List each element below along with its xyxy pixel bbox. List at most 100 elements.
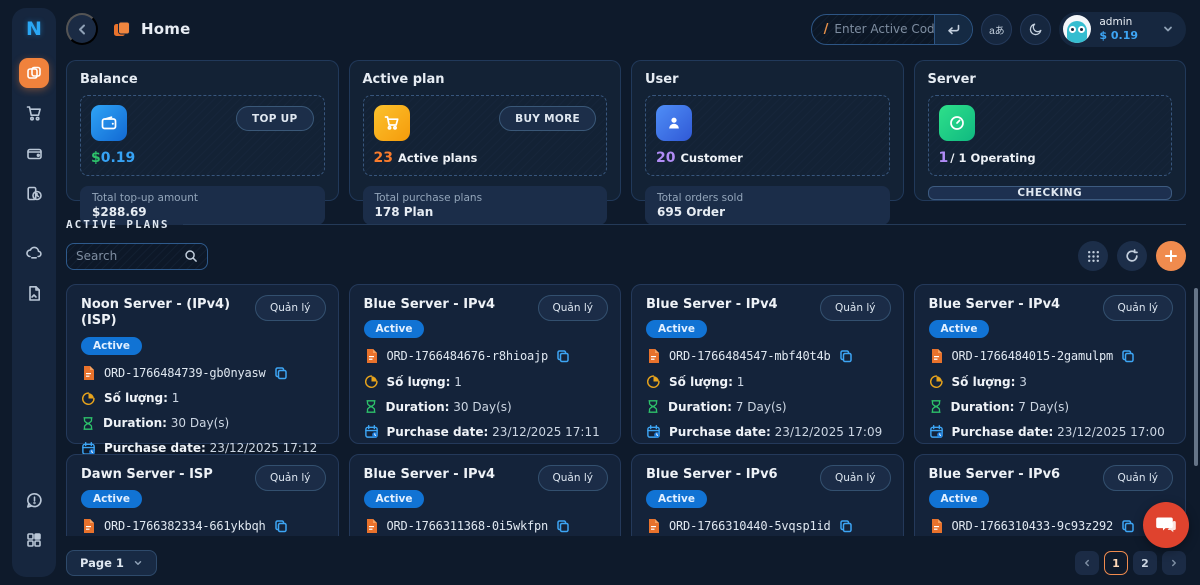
status-badge: Active [364,490,425,508]
user-value: 20 Customer [656,150,879,166]
sidebar-item-history[interactable] [19,178,49,208]
refresh-icon [1125,249,1139,263]
server-value: 1/ 1 Operating [939,150,1162,166]
manage-button[interactable]: Quản lý [1103,465,1173,491]
back-button[interactable] [66,13,98,45]
copy-button[interactable] [556,349,570,363]
sidebar-item-support[interactable] [19,485,49,515]
sidebar: N [12,8,56,577]
sidebar-item-shop[interactable] [19,98,49,128]
order-id: ORD-1766382334-661ykbqh [104,519,266,533]
order-row: ORD-1766484547-mbf40t4b [646,348,889,364]
cloud-icon [25,244,43,262]
calendar-icon [364,424,379,439]
calendar-icon [646,424,661,439]
quantity-row: Số lượng: 3 [929,374,1172,389]
purchase-date-row: Purchase date: 23/12/2025 17:00 [929,424,1172,439]
plans-viewport[interactable]: Noon Server - (IPv4) (ISP) Quản lý Activ… [66,284,1186,536]
search-input[interactable] [76,249,184,263]
user-balance: $ 0.19 [1099,29,1138,43]
file-icon [929,348,944,364]
manage-button[interactable]: Quản lý [1103,295,1173,321]
sidebar-item-wallet[interactable] [19,138,49,168]
server-box: 1/ 1 Operating [928,95,1173,176]
topbar: Home / aあ [66,0,1186,52]
chevron-left-icon [1082,558,1092,568]
add-plan-button[interactable] [1156,241,1186,271]
submit-code-button[interactable] [934,15,972,44]
copy-icon [556,519,570,533]
copy-button[interactable] [1121,349,1135,363]
active-plan-title: Active plan [363,72,608,87]
active-plans-heading: ACTIVE PLANS [66,218,169,231]
copy-button[interactable] [839,519,853,533]
quantity-row: Số lượng: 1 [364,374,607,389]
copy-button[interactable] [839,349,853,363]
order-id: ORD-1766484739-gb0nyasw [104,366,266,380]
chevron-right-icon [1169,558,1179,568]
prev-page-button[interactable] [1075,551,1099,575]
next-page-button[interactable] [1162,551,1186,575]
top-up-button[interactable]: TOP UP [236,106,313,131]
home-icon [112,20,132,38]
active-code-input[interactable] [834,22,934,36]
balance-title: Balance [80,72,325,87]
order-row: ORD-1766484739-gb0nyasw [81,365,324,381]
user-menu[interactable]: admin $ 0.19 [1059,12,1186,47]
purchase-date-row: Purchase date: 23/12/2025 17:11 [364,424,607,439]
page-select-label: Page 1 [80,556,124,570]
page-2-button[interactable]: 2 [1133,551,1157,575]
manage-button[interactable]: Quản lý [255,465,325,491]
file-icon [81,518,96,534]
language-toggle-button[interactable]: aあ [981,14,1012,45]
file-icon [81,365,96,381]
order-row: ORD-1766311368-0i5wkfpn [364,518,607,534]
manage-button[interactable]: Quản lý [538,295,608,321]
balance-box: TOP UP $0.19 [80,95,325,176]
order-row: ORD-1766484015-2gamulpm [929,348,1172,364]
sidebar-item-documents[interactable] [19,278,49,308]
copy-icon [556,349,570,363]
active-plan-footer: Total purchase plans 178 Plan [363,186,608,225]
copy-button[interactable] [274,519,288,533]
document-icon [26,285,43,302]
chat-widget-button[interactable] [1143,502,1189,548]
chevron-down-icon [1162,23,1174,35]
status-badge: Active [646,490,707,508]
layout-grid-button[interactable] [1078,241,1108,271]
copy-button[interactable] [1121,519,1135,533]
checking-button[interactable]: CHECKING [928,186,1173,200]
order-id: ORD-1766484547-mbf40t4b [669,349,831,363]
user-title: User [645,72,890,87]
copy-button[interactable] [556,519,570,533]
sidebar-item-apps[interactable] [19,525,49,555]
divider [183,224,1186,225]
scrollbar[interactable] [1194,288,1198,466]
order-id: ORD-1766310440-5vqsp1id [669,519,831,533]
page-size-select[interactable]: Page 1 [66,550,157,576]
order-row: ORD-1766484676-r8hioajp [364,348,607,364]
balance-value: $0.19 [91,150,314,166]
avatar [1063,15,1091,43]
main-content: Home / aあ [66,0,1186,585]
refresh-button[interactable] [1117,241,1147,271]
apps-icon [26,532,42,548]
theme-toggle-button[interactable] [1020,14,1051,45]
buy-more-button[interactable]: BUY MORE [499,106,596,131]
pie-icon [646,374,661,389]
plan-card: Blue Server - IPv4 Quản lý Active ORD-17… [349,454,622,536]
balance-card: Balance TOP UP $0.19 Total top-up amount… [66,60,339,201]
copy-button[interactable] [274,366,288,380]
page-1-button[interactable]: 1 [1104,551,1128,575]
file-icon [929,518,944,534]
gauge-icon [939,105,975,141]
manage-button[interactable]: Quản lý [820,465,890,491]
status-badge: Active [929,490,990,508]
server-card: Server 1/ 1 Operating CHECKING [914,60,1187,201]
sidebar-item-dashboard[interactable] [19,58,49,88]
status-badge: Active [81,490,142,508]
manage-button[interactable]: Quản lý [538,465,608,491]
manage-button[interactable]: Quản lý [820,295,890,321]
manage-button[interactable]: Quản lý [255,295,325,321]
sidebar-item-cloud[interactable] [19,238,49,268]
